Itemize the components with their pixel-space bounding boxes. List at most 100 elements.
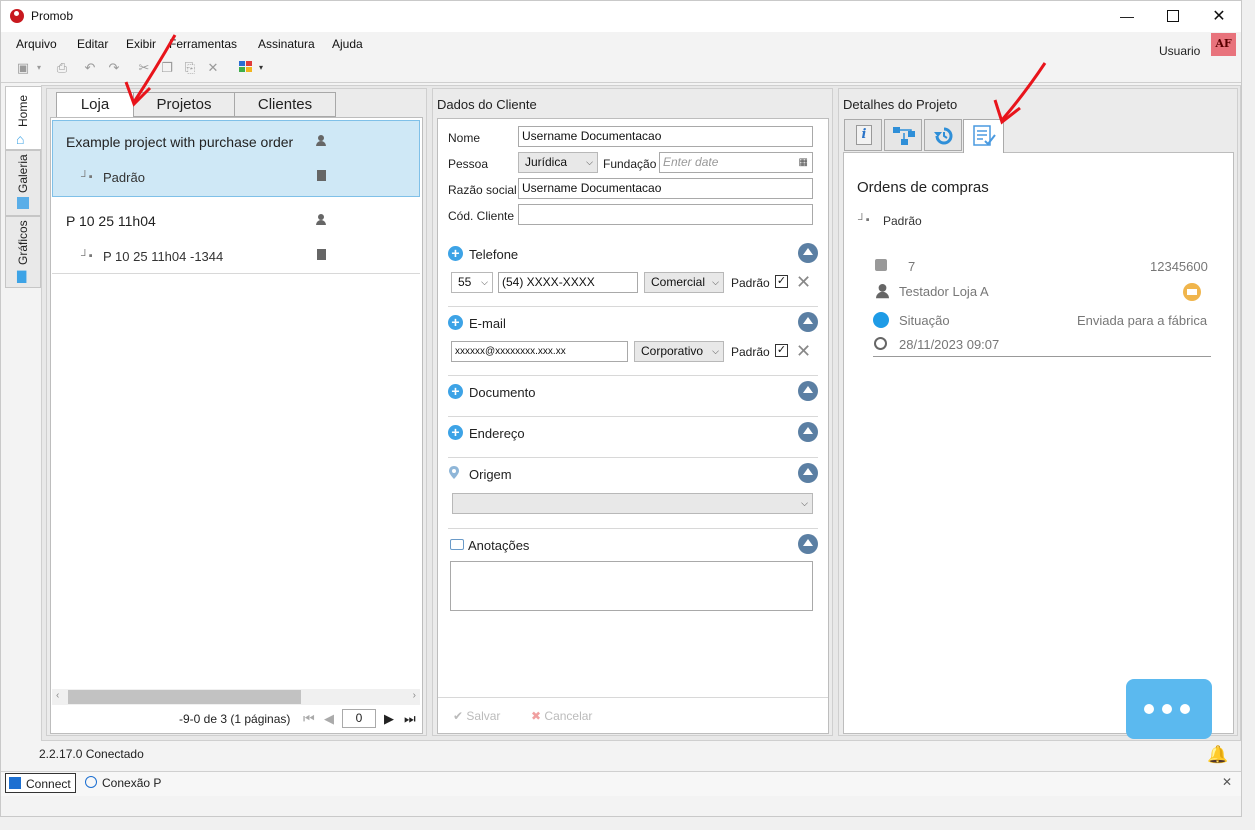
collapse-documento-icon[interactable] xyxy=(798,381,818,401)
store-name: Testador Loja A xyxy=(899,284,989,299)
avatar[interactable]: AF xyxy=(1211,33,1236,57)
side-tab-home[interactable]: Home ⌂ xyxy=(5,86,41,150)
side-tab-galeria[interactable]: Galeria xyxy=(5,150,41,216)
project-details-body xyxy=(843,152,1234,734)
toolbar: ▣ ▾ ⎙ ↶ ↷ ✂ ❐ ⎘ ✕ ▾ xyxy=(1,56,1241,83)
email-type-select[interactable]: Corporativo ⌵ xyxy=(634,341,724,362)
bell-icon[interactable]: 🔔 xyxy=(1207,745,1228,765)
status-bar: 2.2.17.0 Conectado 🔔 xyxy=(1,741,1241,771)
paste-icon[interactable]: ⎘ xyxy=(183,61,197,75)
telefone-label: Telefone xyxy=(469,247,519,262)
tab-structure[interactable] xyxy=(884,119,922,151)
remove-telefone-icon[interactable]: ✕ xyxy=(796,273,811,291)
scroll-left-icon[interactable]: ‹ xyxy=(56,690,59,701)
list-item-selected[interactable] xyxy=(52,120,420,197)
save-dropdown-icon[interactable]: ▾ xyxy=(32,61,46,75)
close-button[interactable]: ✕ xyxy=(1196,1,1242,32)
chat-button[interactable] xyxy=(1126,679,1212,739)
next-page-icon[interactable]: ▶ xyxy=(384,711,394,727)
remove-email-icon[interactable]: ✕ xyxy=(796,342,811,360)
save-icon[interactable]: ▣ xyxy=(16,61,30,75)
telefone-type-select[interactable]: Comercial ⌵ xyxy=(644,272,724,293)
cancel-label: Cancelar xyxy=(544,709,593,723)
tab-info[interactable]: i xyxy=(844,119,882,151)
orders-title: Ordens de compras xyxy=(857,179,989,196)
collapse-telefone-icon[interactable] xyxy=(798,243,818,263)
divider xyxy=(448,306,818,307)
scroll-thumb[interactable] xyxy=(68,690,301,704)
print-icon[interactable]: ⎙ xyxy=(55,61,69,75)
add-endereco-icon[interactable]: + xyxy=(448,425,463,440)
delete-icon[interactable]: ✕ xyxy=(206,61,220,75)
undo-icon[interactable]: ↶ xyxy=(83,61,97,75)
document-icon xyxy=(317,249,326,260)
app-window: Promob — ✕ Arquivo Editar Exibir Ferrame… xyxy=(0,0,1242,817)
document-icon xyxy=(317,170,326,181)
chat-dot xyxy=(1162,704,1172,714)
color-palette-icon[interactable] xyxy=(239,61,253,75)
project-sub[interactable]: P 10 25 11h04 -1344 xyxy=(103,249,223,264)
first-page-icon[interactable]: ⏮ xyxy=(303,711,315,727)
telefone-padrao-checkbox[interactable]: ✓ xyxy=(775,275,788,288)
save-button[interactable]: ✔ Salvar xyxy=(453,709,500,723)
annotation-arrow-icon xyxy=(993,62,1047,125)
project-title[interactable]: P 10 25 11h04 xyxy=(66,213,156,229)
origem-select[interactable]: ⌵ xyxy=(452,493,813,514)
collapse-origem-icon[interactable] xyxy=(798,463,818,483)
menu-arquivo[interactable]: Arquivo xyxy=(16,37,57,51)
anotacoes-textarea[interactable] xyxy=(450,561,813,611)
history-icon xyxy=(934,127,953,145)
email-padrao-checkbox[interactable]: ✓ xyxy=(775,344,788,357)
divider xyxy=(873,356,1211,357)
person-icon xyxy=(876,284,889,299)
maximize-button[interactable] xyxy=(1150,1,1196,32)
horizontal-scrollbar[interactable]: ‹ › xyxy=(52,689,420,705)
chevron-down-icon: ⌵ xyxy=(801,498,808,508)
side-tab-graficos[interactable]: Gráficos ▇ xyxy=(5,216,41,288)
situacao-label: Situação xyxy=(899,313,950,328)
scroll-right-icon[interactable]: › xyxy=(413,690,416,701)
prev-page-icon[interactable]: ◀ xyxy=(324,711,334,727)
calendar-icon[interactable]: ▦ xyxy=(799,153,808,172)
cancel-button[interactable]: ✖ Cancelar xyxy=(531,709,592,723)
cod-label: Cód. Cliente xyxy=(448,209,515,223)
ddi-select[interactable]: 55 ⌵ xyxy=(451,272,493,293)
menu-assinatura[interactable]: Assinatura xyxy=(258,37,315,51)
connect-label: Connect xyxy=(26,777,71,791)
project-sub[interactable]: Padrão xyxy=(103,170,145,185)
add-documento-icon[interactable]: + xyxy=(448,384,463,399)
redo-icon[interactable]: ↷ xyxy=(107,61,121,75)
cod-input[interactable] xyxy=(518,204,813,225)
telefone-type-value: Comercial xyxy=(651,275,706,289)
project-title[interactable]: Example project with purchase order xyxy=(66,134,293,150)
order-number[interactable]: 7 xyxy=(908,259,915,274)
razao-input[interactable]: Username Documentacao xyxy=(518,178,813,199)
nome-input[interactable]: Username Documentacao xyxy=(518,126,813,147)
tab-clientes[interactable]: Clientes xyxy=(234,92,336,117)
menu-editar[interactable]: Editar xyxy=(77,37,108,51)
fundacao-input[interactable]: Enter date ▦ xyxy=(659,152,813,173)
origem-label: Origem xyxy=(469,467,512,482)
side-tab-graficos-label: Gráficos xyxy=(16,220,30,265)
add-email-icon[interactable]: + xyxy=(448,315,463,330)
person-icon xyxy=(316,135,326,146)
last-page-icon[interactable]: ⏭ xyxy=(404,711,416,727)
collapse-endereco-icon[interactable] xyxy=(798,422,818,442)
close-connection-icon[interactable]: ✕ xyxy=(1222,775,1232,789)
minimize-button[interactable]: — xyxy=(1104,1,1150,32)
collapse-anotacoes-icon[interactable] xyxy=(798,534,818,554)
pessoa-select[interactable]: Jurídica ⌵ xyxy=(518,152,598,173)
add-telefone-icon[interactable]: + xyxy=(448,246,463,261)
palette-dropdown-icon[interactable]: ▾ xyxy=(254,61,268,75)
tab-history[interactable] xyxy=(924,119,962,151)
conexao-label[interactable]: Conexão P xyxy=(102,776,161,790)
menu-ajuda[interactable]: Ajuda xyxy=(332,37,363,51)
page-input[interactable]: 0 xyxy=(342,709,376,728)
collapse-email-icon[interactable] xyxy=(798,312,818,332)
email-input[interactable]: xxxxxx@xxxxxxxx.xxx.xx xyxy=(451,341,628,362)
connect-button[interactable]: Connect xyxy=(5,773,76,793)
hierarchy-icon xyxy=(893,127,915,145)
razao-label: Razão social xyxy=(448,183,517,197)
cancel-icon: ✖ xyxy=(531,709,542,723)
telefone-input[interactable]: (54) XXXX-XXXX xyxy=(498,272,638,293)
